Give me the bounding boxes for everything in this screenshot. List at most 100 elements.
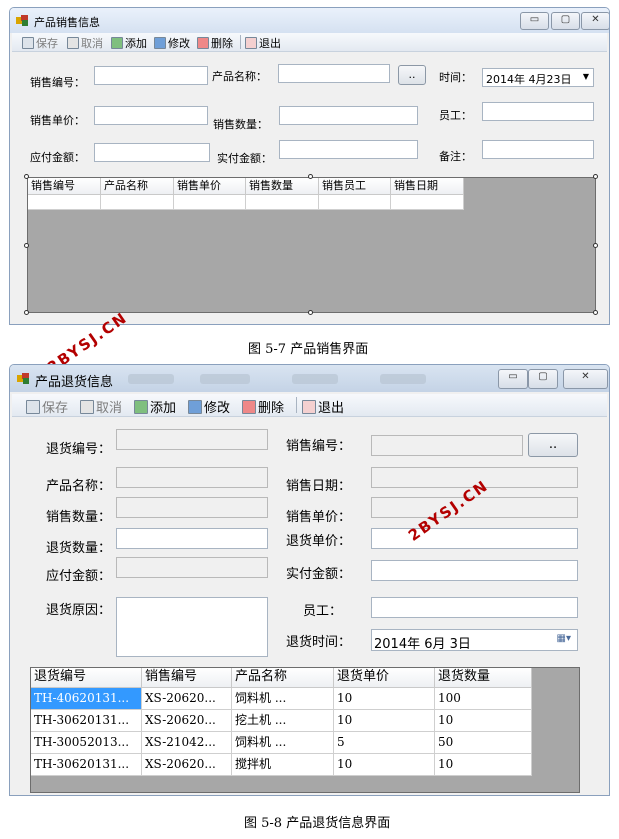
close-button[interactable]: ✕ xyxy=(581,12,609,30)
browse-sale-button[interactable]: .. xyxy=(528,433,578,457)
return-price-input[interactable] xyxy=(371,528,578,549)
return-qty-input[interactable] xyxy=(116,528,268,549)
delete-button[interactable]: 删除 xyxy=(197,35,233,51)
resize-handle[interactable] xyxy=(24,243,29,248)
sale-no-input[interactable] xyxy=(94,66,208,85)
table-cell[interactable]: 10 xyxy=(435,754,532,776)
table-cell[interactable]: 50 xyxy=(435,732,532,754)
edit-icon xyxy=(154,37,166,49)
sale-no-label: 销售编号： xyxy=(30,76,85,89)
add-button[interactable]: 添加 xyxy=(134,397,176,416)
paid-label: 实付金额： xyxy=(217,152,272,165)
employee-input[interactable] xyxy=(482,102,594,121)
close-button[interactable]: ✕ xyxy=(563,369,608,389)
unit-price-input[interactable] xyxy=(94,106,208,125)
paid-input[interactable] xyxy=(279,140,418,159)
maximize-button[interactable]: ▢ xyxy=(528,369,558,389)
payable-input[interactable] xyxy=(116,557,268,578)
table-row[interactable]: TH-30620131... XS-20620... 挖土机 ... 10 10 xyxy=(31,710,532,732)
return-no-input[interactable] xyxy=(116,429,268,450)
grid-header-cell[interactable]: 销售员工 xyxy=(319,178,391,195)
grid-header-cell[interactable]: 销售数量 xyxy=(246,178,319,195)
table-cell[interactable]: 搅拌机 xyxy=(232,754,334,776)
sales-grid[interactable]: 销售编号 产品名称 销售单价 销售数量 销售员工 销售日期 xyxy=(27,177,596,313)
sale-date-picker[interactable]: 2014年 4月23日 ▼ xyxy=(482,68,594,87)
sale-qty-input[interactable] xyxy=(116,497,268,518)
save-button[interactable]: 保存 xyxy=(26,397,68,416)
add-button[interactable]: 添加 xyxy=(111,35,147,51)
table-cell[interactable]: 饲料机 ... xyxy=(232,732,334,754)
sale-no-label: 销售编号： xyxy=(286,439,352,454)
save-button[interactable]: 保存 xyxy=(22,35,58,51)
minimize-button[interactable]: ▭ xyxy=(498,369,528,389)
exit-button[interactable]: 退出 xyxy=(302,397,344,416)
exit-icon xyxy=(302,399,316,414)
quantity-input[interactable] xyxy=(279,106,418,125)
resize-handle[interactable] xyxy=(24,174,29,179)
edit-button[interactable]: 修改 xyxy=(188,397,230,416)
table-cell[interactable]: 挖土机 ... xyxy=(232,710,334,732)
resize-handle[interactable] xyxy=(593,310,598,315)
table-cell[interactable]: 10 xyxy=(435,710,532,732)
calendar-dropdown-icon[interactable]: ▦▾ xyxy=(557,633,571,644)
table-cell[interactable]: TH-30620131... xyxy=(31,754,142,776)
return-date-picker[interactable]: 2014年 6月 3日 ▦▾ xyxy=(371,629,578,652)
delete-button[interactable]: 删除 xyxy=(242,397,284,416)
table-cell[interactable]: XS-20620... xyxy=(142,754,232,776)
grid-header-cell[interactable]: 销售单价 xyxy=(174,178,246,195)
sales-toolbar: 保存 取消 添加 修改 删除 退出 xyxy=(12,33,607,52)
table-cell[interactable]: 5 xyxy=(334,732,435,754)
table-cell[interactable]: XS-20620... xyxy=(142,688,232,710)
employee-input[interactable] xyxy=(371,597,578,618)
paid-label: 实付金额： xyxy=(286,567,352,582)
grid-header-cell[interactable]: 退货单价 xyxy=(334,668,435,688)
table-cell[interactable]: TH-30052013... xyxy=(31,732,142,754)
return-toolbar: 保存 取消 添加 修改 删除 退出 xyxy=(12,394,607,417)
product-name-input[interactable] xyxy=(278,64,390,83)
table-cell[interactable]: XS-20620... xyxy=(142,710,232,732)
paid-input[interactable] xyxy=(371,560,578,581)
table-row[interactable] xyxy=(28,195,464,210)
returns-grid[interactable]: 退货编号 销售编号 产品名称 退货单价 退货数量 TH-40620131... X… xyxy=(30,667,580,793)
unit-price-label: 销售单价： xyxy=(30,114,85,127)
table-cell[interactable]: 10 xyxy=(334,710,435,732)
resize-handle[interactable] xyxy=(308,174,313,179)
grid-header-cell[interactable]: 退货数量 xyxy=(435,668,532,688)
table-row[interactable]: TH-30052013... XS-21042... 饲料机 ... 5 50 xyxy=(31,732,532,754)
payable-label: 应付金额： xyxy=(46,569,112,584)
grid-header-cell[interactable]: 产品名称 xyxy=(232,668,334,688)
grid-header-cell[interactable]: 产品名称 xyxy=(101,178,174,195)
payable-input[interactable] xyxy=(94,143,210,162)
table-cell[interactable]: 100 xyxy=(435,688,532,710)
remark-input[interactable] xyxy=(482,140,594,159)
resize-handle[interactable] xyxy=(593,174,598,179)
minimize-button[interactable]: ▭ xyxy=(520,12,549,30)
grid-header-cell[interactable]: 销售日期 xyxy=(391,178,464,195)
cancel-button[interactable]: 取消 xyxy=(67,35,103,51)
resize-handle[interactable] xyxy=(593,243,598,248)
table-cell[interactable]: 10 xyxy=(334,688,435,710)
reason-textarea[interactable] xyxy=(116,597,268,657)
resize-handle[interactable] xyxy=(24,310,29,315)
browse-product-button[interactable]: .. xyxy=(398,65,426,85)
chevron-down-icon[interactable]: ▼ xyxy=(583,72,589,81)
table-row[interactable]: TH-40620131... XS-20620... 饲料机 ... 10 100 xyxy=(31,688,532,710)
edit-button[interactable]: 修改 xyxy=(154,35,190,51)
product-name-input[interactable] xyxy=(116,467,268,488)
cancel-button[interactable]: 取消 xyxy=(80,397,122,416)
exit-button[interactable]: 退出 xyxy=(245,35,281,51)
grid-header-cell[interactable]: 销售编号 xyxy=(28,178,101,195)
table-row[interactable]: TH-30620131... XS-20620... 搅拌机 10 10 xyxy=(31,754,532,776)
table-cell[interactable]: 10 xyxy=(334,754,435,776)
grid-header-cell[interactable]: 销售编号 xyxy=(142,668,232,688)
resize-handle[interactable] xyxy=(308,310,313,315)
table-cell[interactable]: 饲料机 ... xyxy=(232,688,334,710)
maximize-button[interactable]: ▢ xyxy=(551,12,580,30)
sale-no-input[interactable] xyxy=(371,435,523,456)
table-cell[interactable]: TH-40620131... xyxy=(31,688,142,710)
table-cell[interactable]: TH-30620131... xyxy=(31,710,142,732)
return-qty-label: 退货数量： xyxy=(46,541,112,556)
grid-header-cell[interactable]: 退货编号 xyxy=(31,668,142,688)
table-cell[interactable]: XS-21042... xyxy=(142,732,232,754)
remark-label: 备注： xyxy=(439,150,472,163)
